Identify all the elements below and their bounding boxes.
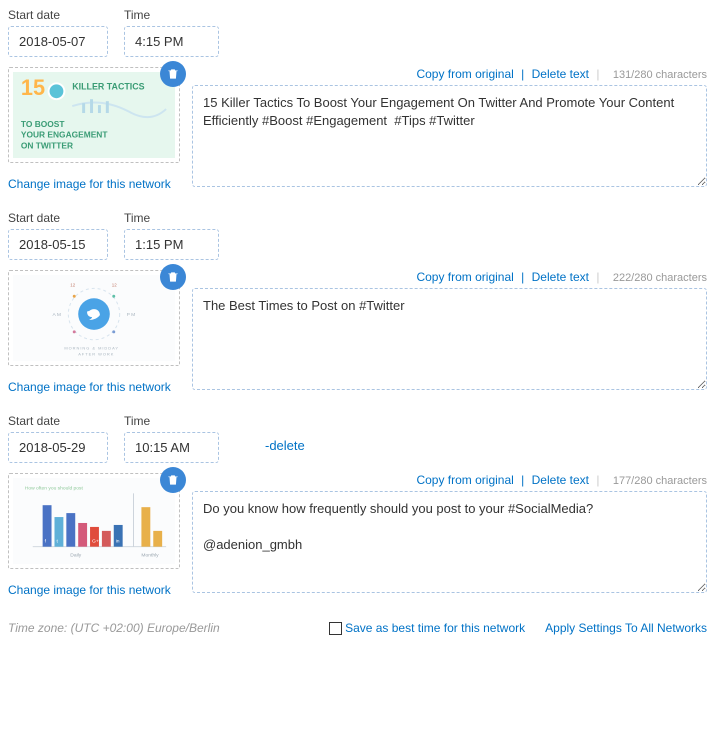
date-time-row: Start date Time — [8, 211, 707, 260]
start-date-input[interactable] — [8, 432, 108, 463]
character-count: 222/280 characters — [613, 272, 707, 284]
save-best-time-label: Save as best time for this network — [345, 621, 525, 635]
apply-all-networks-link[interactable]: Apply Settings To All Networks — [545, 621, 707, 635]
checkbox-icon — [329, 622, 342, 635]
svg-text:ON TWITTER: ON TWITTER — [21, 141, 73, 151]
text-actions-row: Copy from original | Delete text | 222/2… — [192, 270, 707, 284]
timezone-label: Time zone: (UTC +02:00) Europe/Berlin — [8, 621, 220, 635]
delete-post-link[interactable]: -delete — [265, 438, 305, 453]
svg-text:Daily: Daily — [70, 553, 81, 559]
content-row: How often you should post f t — [8, 473, 707, 597]
svg-text:A M: A M — [53, 312, 61, 318]
post-textarea[interactable] — [192, 288, 707, 390]
trash-icon — [166, 270, 180, 284]
image-preview[interactable]: How often you should post f t — [8, 473, 180, 569]
post-block: Start date Time -delete How often you sh… — [8, 414, 707, 597]
date-time-row: Start date Time -delete — [8, 414, 707, 463]
time-label: Time — [124, 211, 219, 225]
content-row: A M P M 12 12 MORNING & MIDDAY AFTER WOR… — [8, 270, 707, 394]
text-column: Copy from original | Delete text | 177/2… — [192, 473, 707, 596]
svg-text:12: 12 — [112, 282, 117, 287]
copy-from-original-link[interactable]: Copy from original — [416, 473, 513, 487]
start-date-input[interactable] — [8, 229, 108, 260]
svg-text:TO BOOST: TO BOOST — [21, 119, 65, 129]
trash-icon — [166, 67, 180, 81]
save-best-time-checkbox[interactable]: Save as best time for this network — [329, 621, 525, 635]
post-textarea[interactable] — [192, 85, 707, 187]
date-time-row: Start date Time — [8, 8, 707, 57]
svg-text:Monthly: Monthly — [141, 553, 159, 559]
copy-from-original-link[interactable]: Copy from original — [416, 67, 513, 81]
svg-text:How often you should post: How often you should post — [25, 485, 84, 491]
svg-text:MORNING & MIDDAY: MORNING & MIDDAY — [64, 346, 119, 351]
time-group: Time — [124, 8, 219, 57]
text-actions-row: Copy from original | Delete text | 131/2… — [192, 67, 707, 81]
start-date-group: Start date — [8, 211, 108, 260]
image-column: How often you should post f t — [8, 473, 180, 597]
time-label: Time — [124, 8, 219, 22]
svg-text:AFTER WORK: AFTER WORK — [78, 352, 114, 357]
text-column: Copy from original | Delete text | 131/2… — [192, 67, 707, 190]
start-date-group: Start date — [8, 8, 108, 57]
time-input[interactable] — [124, 432, 219, 463]
copy-from-original-link[interactable]: Copy from original — [416, 270, 513, 284]
time-label: Time — [124, 414, 219, 428]
start-date-group: Start date — [8, 414, 108, 463]
start-date-input[interactable] — [8, 26, 108, 57]
change-image-link[interactable]: Change image for this network — [8, 380, 171, 394]
image-preview[interactable]: 15 KILLER TACTICS TO BOOST YOUR ENGAGEME… — [8, 67, 180, 163]
post-block: Start date Time 15 KILLER TACTICS TO BOO… — [8, 8, 707, 191]
delete-image-button[interactable] — [160, 61, 186, 87]
image-preview[interactable]: A M P M 12 12 MORNING & MIDDAY AFTER WOR… — [8, 270, 180, 366]
post-textarea[interactable] — [192, 491, 707, 593]
time-input[interactable] — [124, 229, 219, 260]
svg-text:15: 15 — [21, 75, 45, 100]
time-group: Time — [124, 414, 219, 463]
delete-image-button[interactable] — [160, 264, 186, 290]
svg-text:G+: G+ — [92, 539, 99, 545]
post-block: Start date Time A M P M 12 — [8, 211, 707, 394]
delete-text-link[interactable]: Delete text — [532, 270, 589, 284]
footer: Time zone: (UTC +02:00) Europe/Berlin Sa… — [8, 617, 707, 643]
text-column: Copy from original | Delete text | 222/2… — [192, 270, 707, 393]
svg-text:12: 12 — [70, 282, 75, 287]
delete-text-link[interactable]: Delete text — [532, 67, 589, 81]
delete-image-button[interactable] — [160, 467, 186, 493]
svg-text:P M: P M — [127, 312, 136, 318]
start-date-label: Start date — [8, 8, 108, 22]
character-count: 177/280 characters — [613, 475, 707, 487]
change-image-link[interactable]: Change image for this network — [8, 583, 171, 597]
time-group: Time — [124, 211, 219, 260]
content-row: 15 KILLER TACTICS TO BOOST YOUR ENGAGEME… — [8, 67, 707, 191]
start-date-label: Start date — [8, 211, 108, 225]
change-image-link[interactable]: Change image for this network — [8, 177, 171, 191]
start-date-label: Start date — [8, 414, 108, 428]
svg-text:in: in — [116, 539, 120, 545]
svg-text:KILLER TACTICS: KILLER TACTICS — [72, 81, 144, 91]
image-column: A M P M 12 12 MORNING & MIDDAY AFTER WOR… — [8, 270, 180, 394]
character-count: 131/280 characters — [613, 69, 707, 81]
svg-text:YOUR ENGAGEMENT: YOUR ENGAGEMENT — [21, 130, 108, 140]
footer-actions: Save as best time for this network Apply… — [329, 621, 707, 635]
trash-icon — [166, 473, 180, 487]
image-column: 15 KILLER TACTICS TO BOOST YOUR ENGAGEME… — [8, 67, 180, 191]
time-input[interactable] — [124, 26, 219, 57]
text-actions-row: Copy from original | Delete text | 177/2… — [192, 473, 707, 487]
delete-text-link[interactable]: Delete text — [532, 473, 589, 487]
